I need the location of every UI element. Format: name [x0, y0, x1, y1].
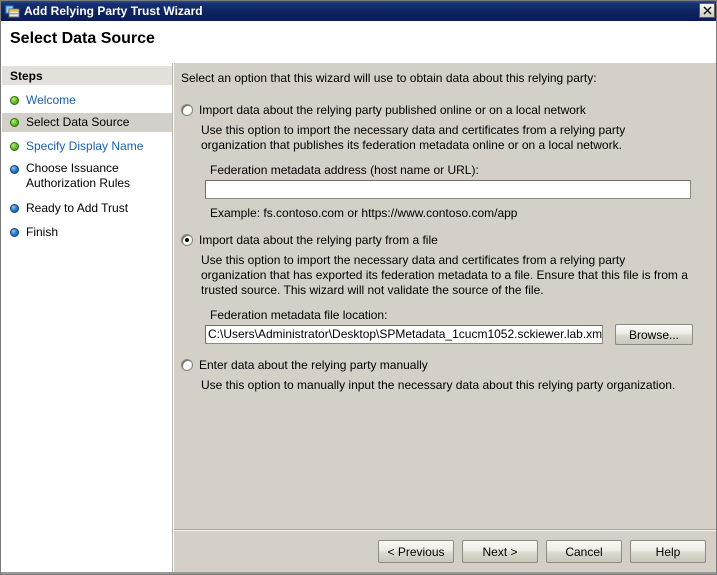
footer-button-bar: < Previous Next > Cancel Help [378, 540, 706, 563]
cancel-button[interactable]: Cancel [546, 540, 622, 563]
page-title: Select Data Source [10, 30, 155, 48]
radio-import-file-label: Import data about the relying party from… [199, 233, 438, 247]
footer-separator [174, 529, 717, 531]
sidebar-item-label: Select Data Source [26, 115, 129, 130]
radio-enter-manually-description: Use this option to manually input the ne… [201, 378, 691, 393]
federation-metadata-address-example: Example: fs.contoso.com or https://www.c… [210, 206, 517, 220]
federation-metadata-address-label: Federation metadata address (host name o… [210, 163, 479, 177]
sidebar-item-label: Choose Issuance Authorization Rules [26, 161, 146, 191]
radio-button-icon[interactable] [181, 104, 193, 116]
previous-button[interactable]: < Previous [378, 540, 454, 563]
steps-sidebar: Steps Welcome Select Data Source Specify… [2, 63, 173, 574]
close-icon [703, 6, 712, 15]
step-status-icon-todo [10, 228, 19, 237]
wizard-window: Add Relying Party Trust Wizard Select Da… [0, 0, 717, 575]
sidebar-item-finish[interactable]: Finish [2, 223, 173, 242]
next-button[interactable]: Next > [462, 540, 538, 563]
sidebar-item-specify-display-name[interactable]: Specify Display Name [2, 137, 173, 156]
steps-header-label: Steps [10, 69, 43, 83]
sidebar-item-welcome[interactable]: Welcome [2, 91, 173, 110]
radio-import-online-description: Use this option to import the necessary … [201, 123, 691, 153]
radio-import-online-label: Import data about the relying party publ… [199, 103, 586, 117]
step-status-icon-todo [10, 204, 19, 213]
sidebar-item-label: Welcome [26, 93, 76, 108]
header-band: Select Data Source [2, 21, 717, 63]
federation-metadata-file-input[interactable]: C:\Users\Administrator\Desktop\SPMetadat… [205, 325, 603, 344]
radio-import-file[interactable]: Import data about the relying party from… [181, 233, 438, 247]
close-button[interactable] [699, 3, 715, 18]
content-panel: Select an option that this wizard will u… [174, 63, 717, 574]
sidebar-item-label: Specify Display Name [26, 139, 143, 154]
radio-button-icon-selected[interactable] [181, 234, 193, 246]
step-status-icon-done [10, 118, 19, 127]
step-status-icon-todo [10, 165, 19, 174]
browse-button[interactable]: Browse... [615, 324, 693, 345]
instruction-text: Select an option that this wizard will u… [181, 71, 597, 85]
sidebar-item-label: Ready to Add Trust [26, 201, 128, 216]
radio-import-file-description: Use this option to import the necessary … [201, 253, 691, 298]
federation-metadata-address-input[interactable] [205, 180, 691, 199]
steps-header: Steps [2, 66, 173, 85]
sidebar-item-label: Finish [26, 225, 58, 240]
sidebar-item-choose-issuance-authorization-rules[interactable]: Choose Issuance Authorization Rules [2, 161, 162, 191]
sidebar-item-ready-to-add-trust[interactable]: Ready to Add Trust [2, 199, 173, 218]
federation-metadata-file-label: Federation metadata file location: [210, 308, 387, 322]
radio-import-online[interactable]: Import data about the relying party publ… [181, 103, 586, 117]
step-status-icon-done [10, 96, 19, 105]
help-button[interactable]: Help [630, 540, 706, 563]
sidebar-item-select-data-source[interactable]: Select Data Source [2, 113, 173, 132]
radio-enter-manually-label: Enter data about the relying party manua… [199, 358, 428, 372]
step-status-icon-done [10, 142, 19, 151]
window-title: Add Relying Party Trust Wizard [24, 4, 203, 18]
radio-button-icon[interactable] [181, 359, 193, 371]
title-bar: Add Relying Party Trust Wizard [1, 1, 717, 21]
window-bottom-edge [1, 572, 717, 574]
adfs-wizard-icon [4, 3, 20, 19]
radio-enter-manually[interactable]: Enter data about the relying party manua… [181, 358, 428, 372]
